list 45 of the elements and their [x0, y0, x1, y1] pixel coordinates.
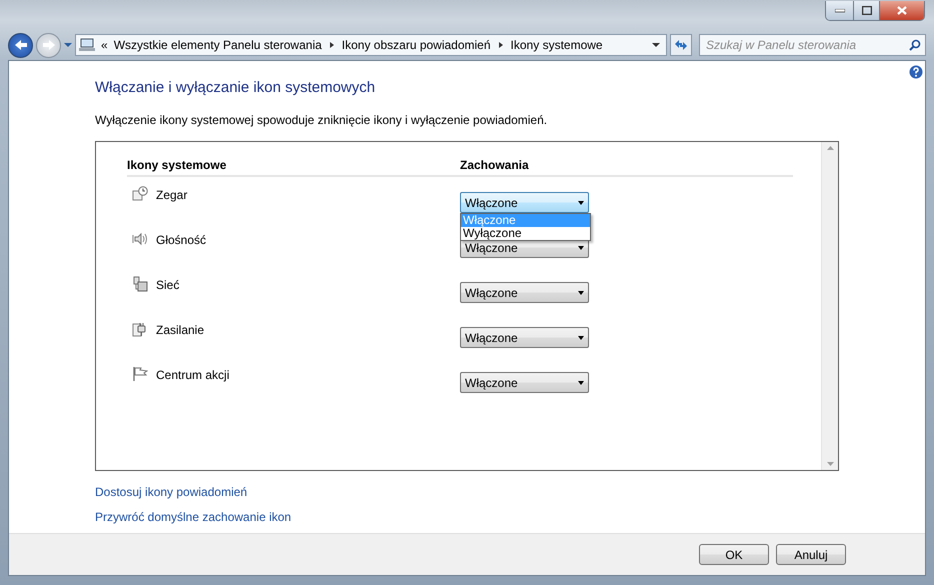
history-dropdown-icon[interactable]: [64, 42, 72, 48]
back-arrow-icon: [14, 39, 28, 51]
column-header: Zachowania: [460, 157, 529, 174]
page-title: Włączanie i wyłączanie ikon systemowych: [95, 79, 376, 97]
minimize-icon: [834, 8, 844, 12]
description-text: Wyłączenie ikony systemowej spowoduje zniknięcie ikony i wyłączenie powiadomień.: [95, 112, 548, 129]
behavior-dropdown[interactable]: Włączone: [460, 282, 589, 303]
link[interactable]: Przywróć domyślne zachowanie ikon: [95, 508, 292, 526]
breadcrumb-link[interactable]: Ikony systemowe: [510, 36, 603, 54]
network-icon: [132, 276, 148, 292]
speaker-icon: [132, 231, 148, 247]
dropdown-option[interactable]: Wyłączone: [461, 227, 590, 240]
icon-name: Centrum akcji: [156, 367, 230, 384]
search-icon[interactable]: [909, 39, 921, 51]
icon-name: Zegar: [156, 187, 188, 204]
search-field[interactable]: Szukaj w Panelu sterowania: [699, 34, 926, 56]
behavior-dropdown[interactable]: Włączone: [460, 372, 589, 393]
refresh-button[interactable]: [670, 34, 692, 56]
forward-arrow-icon: [42, 39, 56, 51]
maximize-button[interactable]: [853, 1, 879, 20]
maximize-icon: [862, 6, 872, 15]
dropdown-icon[interactable]: [652, 42, 660, 48]
ok-button[interactable]: OK: [699, 544, 769, 565]
back-button[interactable]: [8, 32, 33, 58]
address-bar[interactable]: « Wszystkie elementy Panelu sterowania Ikony obszaru powiadomień Ikony systemowe: [75, 34, 667, 56]
minimize-button[interactable]: [826, 1, 853, 20]
computer-icon: [79, 38, 95, 52]
clock-icon: [132, 186, 148, 202]
breadcrumb-overflow[interactable]: «: [101, 36, 108, 54]
column-header: Ikony systemowe: [127, 157, 228, 174]
power-plug-icon: [132, 321, 148, 337]
breadcrumb-link[interactable]: Wszystkie elementy Panelu sterowania: [114, 36, 322, 54]
icon-name: Zasilanie: [156, 322, 204, 339]
icon-name: Głośność: [156, 232, 206, 249]
help-icon[interactable]: [909, 65, 923, 79]
close-button[interactable]: [879, 1, 924, 20]
behavior-dropdown[interactable]: Włączone: [460, 192, 589, 213]
cancel-button[interactable]: Anuluj: [776, 544, 846, 565]
refresh-icon: [673, 39, 689, 51]
close-icon: [897, 6, 907, 15]
icon-name: Sieć: [156, 277, 180, 294]
behavior-dropdown[interactable]: Włączone: [460, 327, 589, 348]
breadcrumb-link[interactable]: Ikony obszaru powiadomień: [342, 36, 491, 54]
flag-icon: [132, 366, 148, 382]
link[interactable]: Dostosuj ikony powiadomień: [95, 483, 248, 501]
